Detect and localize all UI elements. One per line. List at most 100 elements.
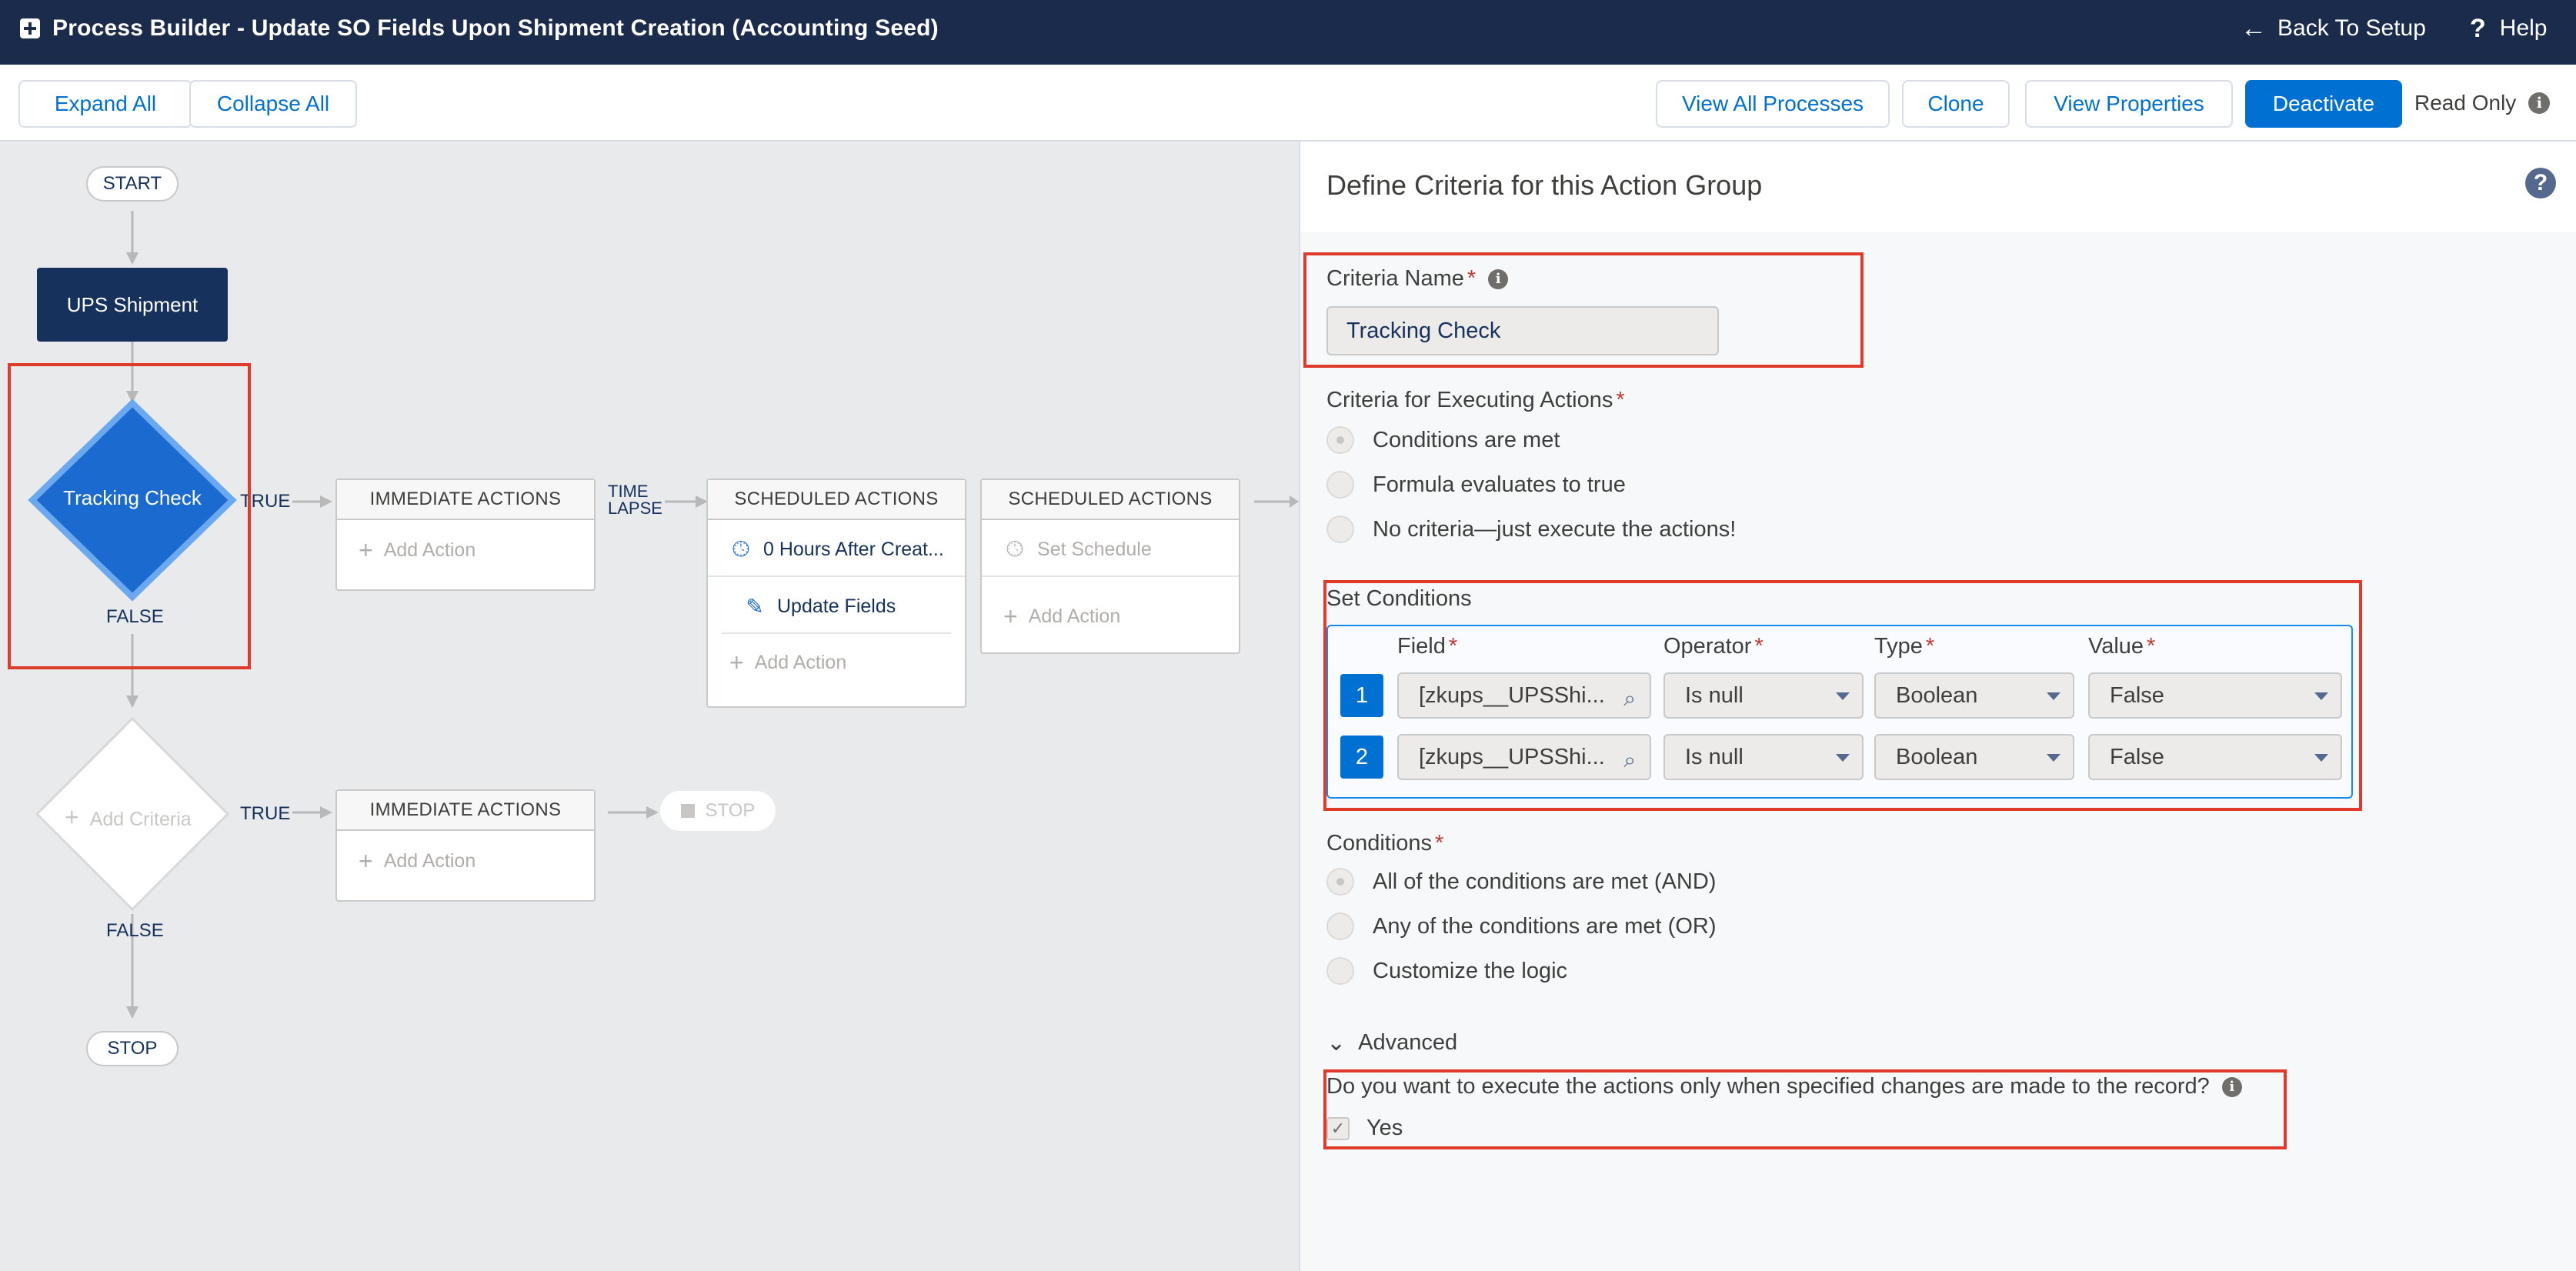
radio-button[interactable] (1326, 957, 1354, 985)
criteria-name-input[interactable]: Tracking Check (1326, 306, 1719, 355)
question-icon: ? (2470, 14, 2486, 43)
type-select[interactable]: Boolean (1874, 734, 2074, 780)
yes-checkbox-row[interactable]: ✓ Yes (1326, 1116, 1403, 1141)
info-icon[interactable]: i (1488, 269, 1509, 289)
arrow-left-icon: ← (2241, 14, 2267, 43)
process-builder-icon (20, 18, 40, 38)
type-select[interactable]: Boolean (1874, 672, 2074, 719)
back-to-setup-link[interactable]: ← Back To Setup (2241, 14, 2426, 43)
collapse-all-button[interactable]: Collapse All (189, 80, 357, 128)
add-action-link-2[interactable]: + Add Action (708, 636, 965, 689)
advanced-question: Do you want to execute the actions only … (1326, 1074, 2242, 1099)
time-lapse-label-2: LAPSE (608, 499, 662, 518)
advanced-question-text: Do you want to execute the actions only … (1326, 1074, 2210, 1099)
highlight-criteria-node (8, 363, 251, 669)
value-value: False (2110, 682, 2164, 708)
time-lapse-label-1: TIME (608, 482, 649, 501)
radio-custom-logic[interactable]: Customize the logic (1326, 957, 1567, 985)
value-select[interactable]: False (2088, 672, 2342, 719)
radio-button[interactable] (1326, 426, 1354, 454)
info-icon[interactable]: i (2528, 92, 2551, 114)
schedule-row[interactable]: 🕓︎ 0 Hours After Creat... (708, 523, 965, 577)
radio-formula[interactable]: Formula evaluates to true (1326, 471, 1626, 499)
stop-square-icon (680, 804, 695, 818)
field-value: [zkups__UPSShi... (1419, 682, 1605, 708)
add-criteria-text: Add Criteria (89, 809, 192, 830)
required-marker: * (1467, 266, 1477, 291)
radio-button[interactable] (1326, 471, 1354, 499)
value-select[interactable]: False (2088, 734, 2342, 780)
add-action-label: Add Action (754, 651, 847, 673)
condition-row-number: 1 (1340, 674, 1383, 717)
add-action-link[interactable]: + Add Action (337, 523, 594, 577)
operator-select[interactable]: Is null (1663, 734, 1864, 780)
expand-all-button[interactable]: Expand All (18, 80, 192, 128)
radio-label: Formula evaluates to true (1373, 472, 1626, 497)
operator-value: Is null (1685, 744, 1743, 769)
value-value: False (2110, 744, 2164, 769)
type-value: Boolean (1896, 682, 1978, 708)
executing-actions-text: Criteria for Executing Actions (1326, 388, 1613, 412)
required-marker: * (1435, 831, 1444, 856)
checkbox-checked[interactable]: ✓ (1326, 1116, 1350, 1140)
plus-icon: + (359, 846, 373, 875)
deactivate-button[interactable]: Deactivate (2245, 80, 2402, 128)
read-only-label: Read Only (2414, 91, 2517, 115)
object-node[interactable]: UPS Shipment (37, 268, 228, 342)
criteria-panel: Define Criteria for this Action Group ? … (1299, 142, 2576, 1271)
radio-label: All of the conditions are met (AND) (1373, 869, 1717, 894)
field-lookup-input[interactable]: [zkups__UPSShi... ⌕ (1397, 734, 1651, 780)
required-marker: * (1754, 634, 1763, 659)
add-action-link-4[interactable]: + Add Action (337, 834, 594, 888)
stop-muted-label: STOP (705, 800, 756, 821)
conditions-label: Conditions * (1326, 831, 1443, 856)
panel-title: Define Criteria for this Action Group (1326, 169, 1763, 201)
help-icon[interactable]: ? (2525, 168, 2556, 198)
app-header: Process Builder - Update SO Fields Upon … (0, 0, 2576, 65)
plus-icon: + (359, 535, 373, 564)
radio-conditions-met[interactable]: Conditions are met (1326, 426, 1560, 454)
update-fields-action[interactable]: ✎ Update Fields (722, 580, 951, 634)
radio-any-conditions[interactable]: Any of the conditions are met (OR) (1326, 912, 1716, 940)
operator-value: Is null (1685, 682, 1743, 708)
chevron-down-icon (2047, 754, 2060, 762)
radio-button[interactable] (1326, 515, 1354, 543)
criteria-name-label: Criteria Name * i (1326, 266, 1509, 292)
field-lookup-input[interactable]: [zkups__UPSShi... ⌕ (1397, 672, 1651, 719)
radio-label: Any of the conditions are met (OR) (1373, 913, 1717, 939)
radio-label: Conditions are met (1373, 427, 1560, 452)
radio-button[interactable] (1326, 868, 1354, 896)
radio-button[interactable] (1326, 912, 1354, 940)
page-title: Process Builder - Update SO Fields Upon … (52, 15, 939, 41)
info-icon[interactable]: i (2221, 1076, 2242, 1097)
radio-no-criteria[interactable]: No criteria—just execute the actions! (1326, 515, 1736, 543)
add-criteria-label[interactable]: + Add Criteria (65, 803, 192, 832)
field-header-text: Field (1397, 634, 1446, 659)
criteria-name-text: Criteria Name (1326, 266, 1464, 291)
panel-header: Define Criteria for this Action Group ? (1300, 142, 2576, 232)
clone-button[interactable]: Clone (1902, 80, 2010, 128)
add-action-link-3[interactable]: + Add Action (982, 589, 1239, 643)
add-action-label: Add Action (1028, 605, 1121, 627)
set-schedule-link[interactable]: 🕓︎ Set Schedule (982, 523, 1239, 577)
radio-all-conditions[interactable]: All of the conditions are met (AND) (1326, 868, 1716, 896)
type-value: Boolean (1896, 744, 1978, 769)
view-all-processes-button[interactable]: View All Processes (1656, 80, 1890, 128)
radio-label: Customize the logic (1373, 958, 1568, 983)
view-properties-button[interactable]: View Properties (2025, 80, 2233, 128)
read-only-indicator: Read Only i (2414, 91, 2551, 115)
add-action-label: Add Action (383, 849, 476, 872)
chevron-down-icon (2314, 692, 2328, 700)
required-marker: * (2147, 634, 2156, 659)
scheduled-actions-header: SCHEDULED ACTIONS (708, 480, 965, 520)
type-header-text: Type (1874, 634, 1923, 659)
stop-node: STOP (86, 1031, 179, 1066)
plus-icon: + (729, 648, 744, 676)
scheduled-actions-header-2: SCHEDULED ACTIONS (982, 480, 1239, 520)
operator-select[interactable]: Is null (1663, 672, 1864, 719)
clock-icon: 🕓︎ (732, 536, 750, 561)
help-label: Help (2499, 15, 2548, 41)
advanced-toggle[interactable]: ⌄ Advanced (1326, 1029, 1457, 1056)
value-column-header: Value * (2088, 634, 2155, 659)
help-link[interactable]: ? Help (2470, 14, 2547, 43)
